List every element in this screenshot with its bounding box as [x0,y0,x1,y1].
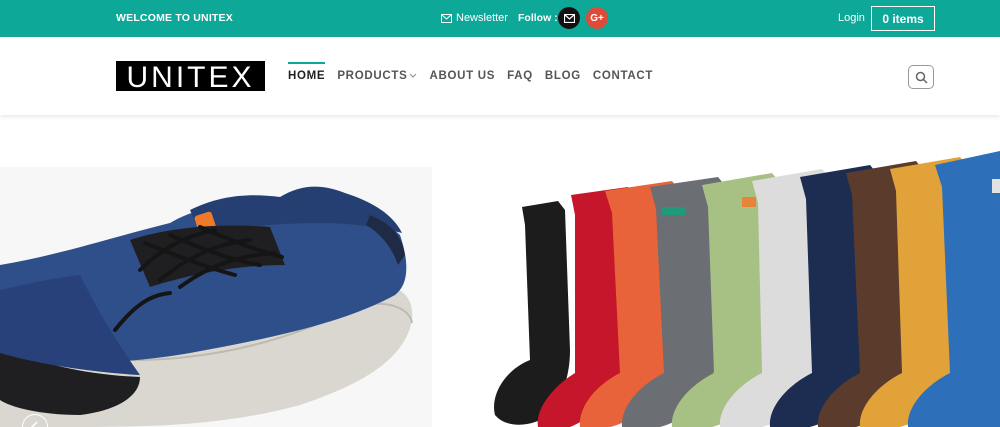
google-plus-button[interactable]: G+ [586,7,608,29]
hero-slider [0,115,1000,427]
login-link[interactable]: Login [838,12,865,24]
google-plus-icon: G+ [590,12,604,24]
nav-home-label: HOME [288,70,326,82]
main-nav: HOME PRODUCTS ABOUT US FAQ BLOG CONTACT [288,62,665,82]
search-icon [915,71,928,84]
cart-label: 0 items [882,11,924,26]
email-icon [563,13,575,23]
nav-home[interactable]: HOME [288,62,326,82]
nav-blog[interactable]: BLOG [545,70,581,82]
nav-blog-label: BLOG [544,70,581,82]
chevron-left-icon [30,421,38,427]
nav-faq[interactable]: FAQ [507,70,533,82]
follow-label: Follow : [518,12,558,24]
chevron-down-icon [410,73,417,78]
nav-contact[interactable]: CONTACT [593,70,653,82]
email-button[interactable] [558,7,580,29]
top-bar: WELCOME TO UNITEX Newsletter Follow : G+… [0,0,1000,37]
search-button[interactable] [908,65,934,89]
nav-about-label: ABOUT US [429,70,496,82]
svg-text:UNITEX: UNITEX [126,61,254,91]
nav-products[interactable]: PRODUCTS [337,70,417,82]
shoe-illustration [0,186,413,427]
envelope-icon [441,13,452,23]
welcome-text: WELCOME TO UNITEX [116,12,233,24]
site-logo[interactable]: UNITEX [116,61,265,91]
nav-faq-label: FAQ [507,70,533,82]
nav-about[interactable]: ABOUT US [429,70,495,82]
site-header: UNITEX HOME PRODUCTS ABOUT US FAQ BLOG C… [0,37,1000,115]
cart-button[interactable]: 0 items [871,6,935,31]
nav-contact-label: CONTACT [592,70,654,82]
nav-products-label: PRODUCTS [337,70,408,82]
hero-image [0,151,1000,427]
newsletter-link[interactable]: Newsletter [441,12,508,24]
socks-illustration [494,151,1000,427]
newsletter-label: Newsletter [456,12,508,24]
